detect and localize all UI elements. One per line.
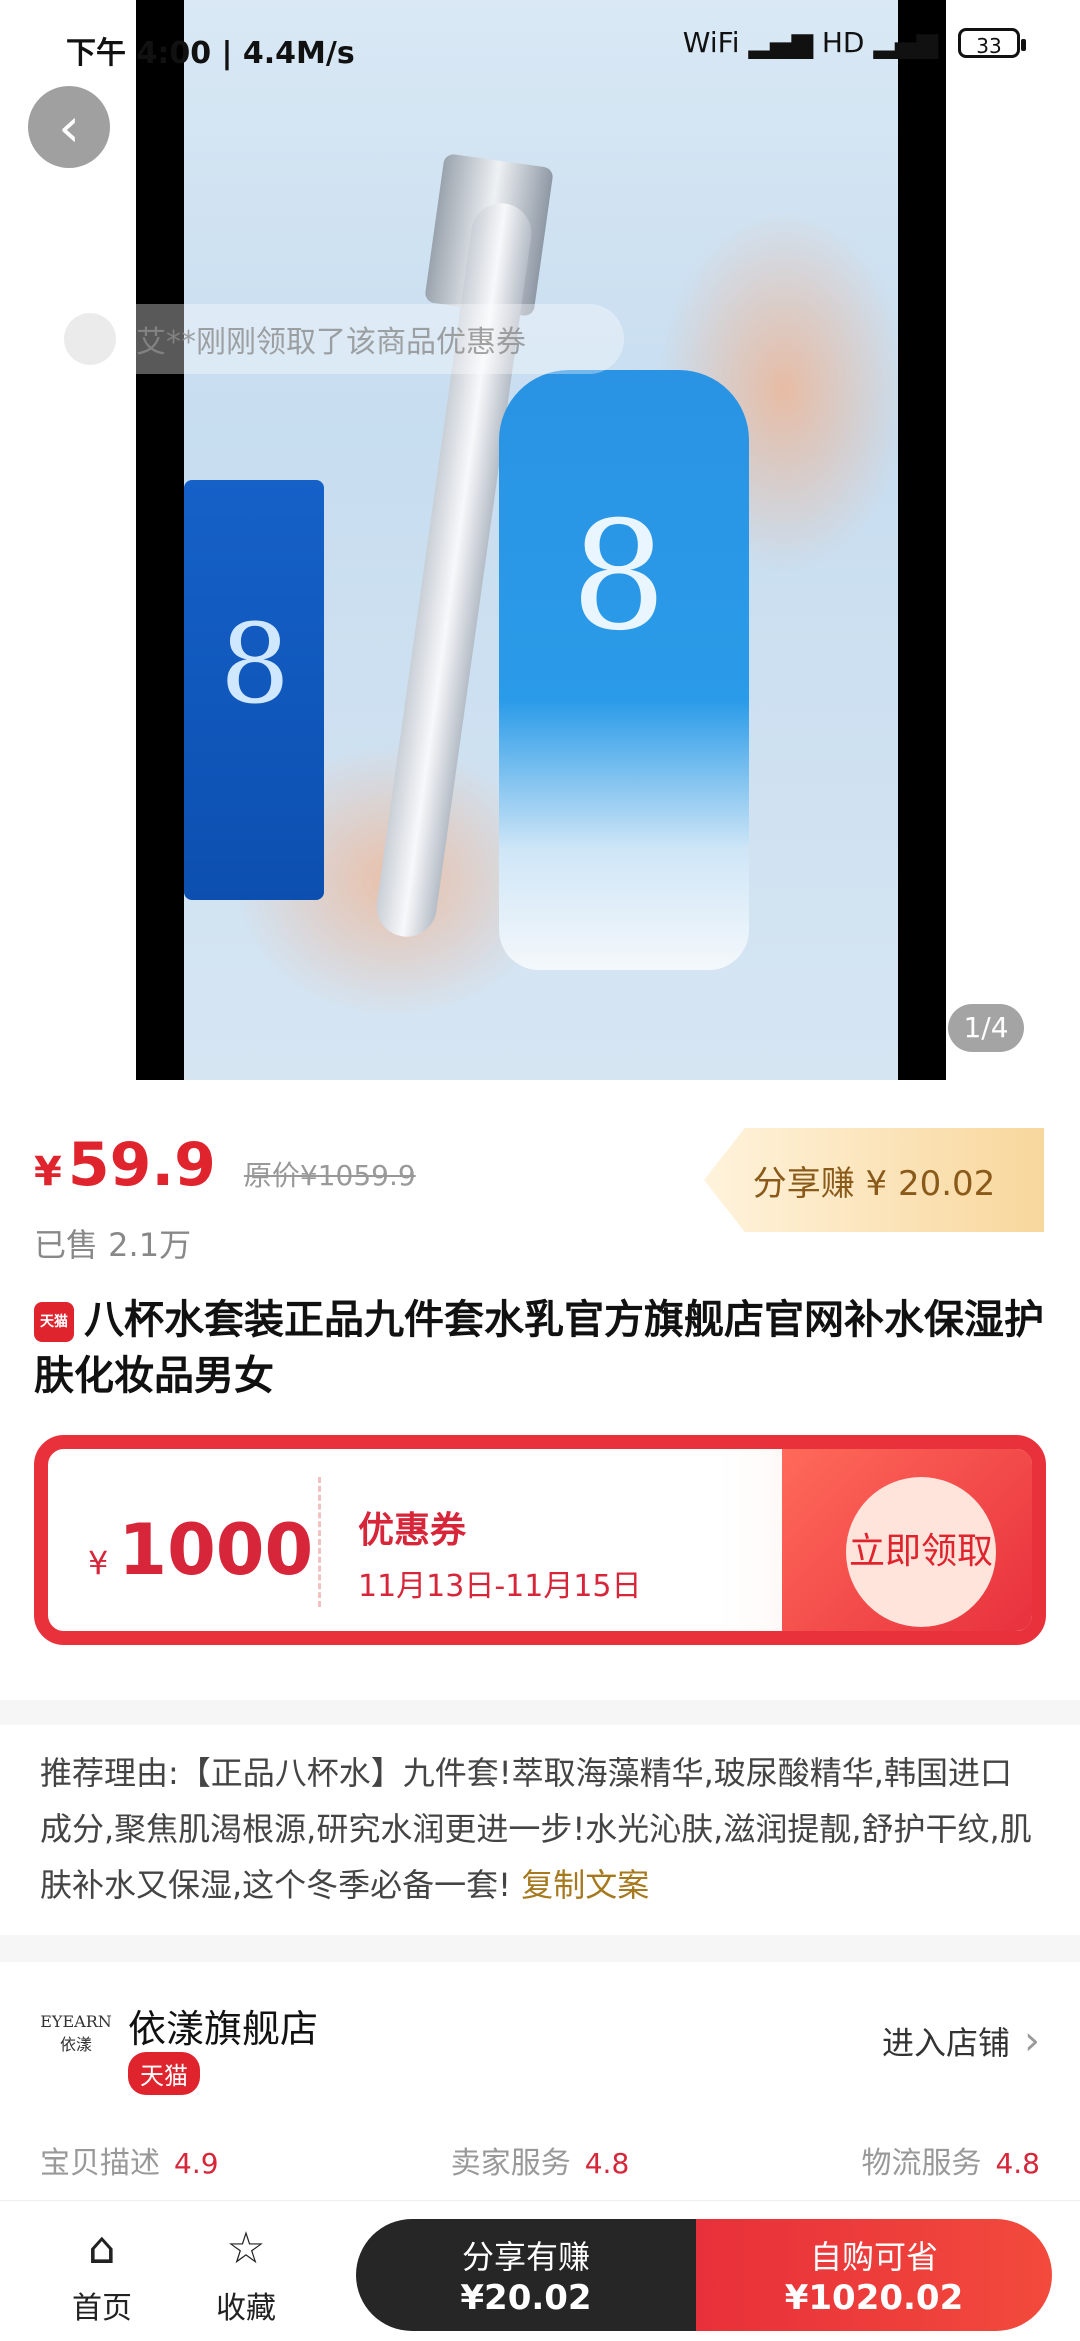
score-label: 物流服务 (861, 2146, 982, 2181)
sold-count: 已售 2.1万 (34, 1226, 192, 1264)
home-icon: ⌂ (88, 2223, 116, 2274)
shop-scores: 宝贝描述 4.9 卖家服务 4.8 物流服务 4.8 (40, 2138, 1040, 2182)
bottle-image: 8 (499, 370, 749, 970)
score-item-description: 宝贝描述 4.9 (40, 2138, 219, 2182)
status-bar: 下午 4:00 | 4.4M/s WiFi ▂▄▆ HD ▂▄▆ 33 (0, 0, 1080, 96)
avatar (64, 313, 116, 365)
battery-icon: 33 (958, 27, 1026, 58)
original-price: 原价¥1059.9 (243, 1159, 416, 1192)
claim-coupon-button[interactable]: 立即领取 (846, 1477, 996, 1627)
favorite-label: 收藏 (216, 2291, 276, 2326)
self-buy-button-amount: ¥1020.02 (784, 2278, 964, 2318)
score-label: 宝贝描述 (40, 2146, 160, 2181)
back-button[interactable]: ‹ (28, 86, 110, 168)
current-price: 59.9 (67, 1130, 216, 1200)
chevron-left-icon: ‹ (58, 95, 80, 159)
bottom-action-bar: ⌂ 首页 ☆ 收藏 分享有赚 ¥20.02 自购可省 ¥1020.02 (0, 2200, 1080, 2341)
product-title-text: 八杯水套装正品九件套水乳官方旗舰店官网补水保湿护肤化妆品男女 (34, 1297, 1044, 1399)
chevron-right-icon: › (1024, 2018, 1040, 2064)
share-earn-label: 分享赚 ¥ 20.02 (752, 1163, 996, 1204)
copy-text-link[interactable]: 复制文案 (521, 1866, 649, 1904)
enter-shop-link[interactable]: 进入店铺 › (882, 2018, 1040, 2064)
product-video-frame[interactable]: 8 8 (136, 0, 946, 1080)
share-earn-button[interactable]: 分享有赚 ¥20.02 (356, 2219, 696, 2331)
score-item-service: 卖家服务 4.8 (451, 2138, 630, 2182)
coupon-label: 优惠券 (358, 1510, 467, 1551)
score-value: 4.8 (995, 2147, 1040, 2180)
self-buy-button-label: 自购可省 (809, 2238, 938, 2276)
tmall-badge: 天猫 (128, 2052, 200, 2095)
score-label: 卖家服务 (450, 2146, 571, 2181)
coupon-claim-toast: 艾**刚刚领取了该商品优惠券 (54, 304, 624, 374)
status-time: 下午 4:00 | 4.4M/s (66, 36, 355, 71)
share-earn-button-amount: ¥20.02 (460, 2278, 592, 2318)
tmall-icon: 天猫 (34, 1302, 74, 1342)
price-currency: ¥ (34, 1149, 62, 1195)
home-label: 首页 (72, 2291, 132, 2326)
coupon-card[interactable]: ¥ 1000 优惠券 11月13日-11月15日 立即领取 (34, 1435, 1046, 1645)
shop-logo: EYEARN 依漾 (40, 2012, 112, 2054)
status-indicators: WiFi ▂▄▆ HD ▂▄▆ 33 (682, 26, 1026, 59)
coupon-amount: ¥ 1000 (88, 1509, 313, 1591)
recommend-section: 推荐理由:【正品八杯水】九件套!萃取海藻精华,玻尿酸精华,韩国进口成分,聚焦肌渴… (0, 1725, 1080, 1935)
product-media[interactable]: 8 8 (0, 0, 1080, 1080)
share-earn-button-label: 分享有赚 (461, 2238, 590, 2276)
shop-name[interactable]: 依漾旗舰店 (128, 1998, 318, 2053)
share-earn-tag[interactable]: 分享赚 ¥ 20.02 (704, 1128, 1044, 1232)
favorite-nav[interactable]: ☆ 收藏 (196, 2221, 296, 2327)
image-counter: 1/4 (948, 1004, 1024, 1052)
enter-shop-label: 进入店铺 (881, 2024, 1010, 2062)
toast-text: 艾**刚刚领取了该商品优惠券 (136, 325, 526, 360)
coupon-divider (318, 1477, 321, 1607)
coupon-currency: ¥ (88, 1544, 109, 1582)
coupon-value: 1000 (118, 1509, 314, 1591)
product-box-image: 8 (184, 480, 324, 900)
product-title: 天猫 八杯水套装正品九件套水乳官方旗舰店官网补水保湿护肤化妆品男女 (34, 1292, 1044, 1404)
recommend-text-block: 推荐理由:【正品八杯水】九件套!萃取海藻精华,玻尿酸精华,韩国进口成分,聚焦肌渴… (40, 1745, 1040, 1913)
self-buy-button[interactable]: 自购可省 ¥1020.02 (696, 2219, 1052, 2331)
shop-section: EYEARN 依漾 依漾旗舰店 天猫 进入店铺 › 宝贝描述 4.9 卖家服务 4.… (0, 1962, 1080, 2202)
home-nav[interactable]: ⌂ 首页 (52, 2221, 152, 2327)
product-photo: 8 8 (184, 0, 898, 1080)
star-icon: ☆ (226, 2223, 266, 2274)
coupon-date-range: 11月13日-11月15日 (358, 1569, 642, 1604)
score-value: 4.9 (174, 2147, 219, 2180)
signal-icon: WiFi ▂▄▆ HD ▂▄▆ (682, 26, 938, 59)
price-row: ¥ 59.9 原价¥1059.9 (34, 1130, 416, 1200)
bottle-logo-mark: 8 (571, 490, 667, 664)
score-value: 4.8 (584, 2147, 630, 2180)
box-logo-mark: 8 (220, 600, 290, 728)
score-item-logistics: 物流服务 4.8 (861, 2138, 1040, 2182)
product-info-section: ¥ 59.9 原价¥1059.9 已售 2.1万 分享赚 ¥ 20.02 天猫八… (0, 1080, 1080, 1700)
